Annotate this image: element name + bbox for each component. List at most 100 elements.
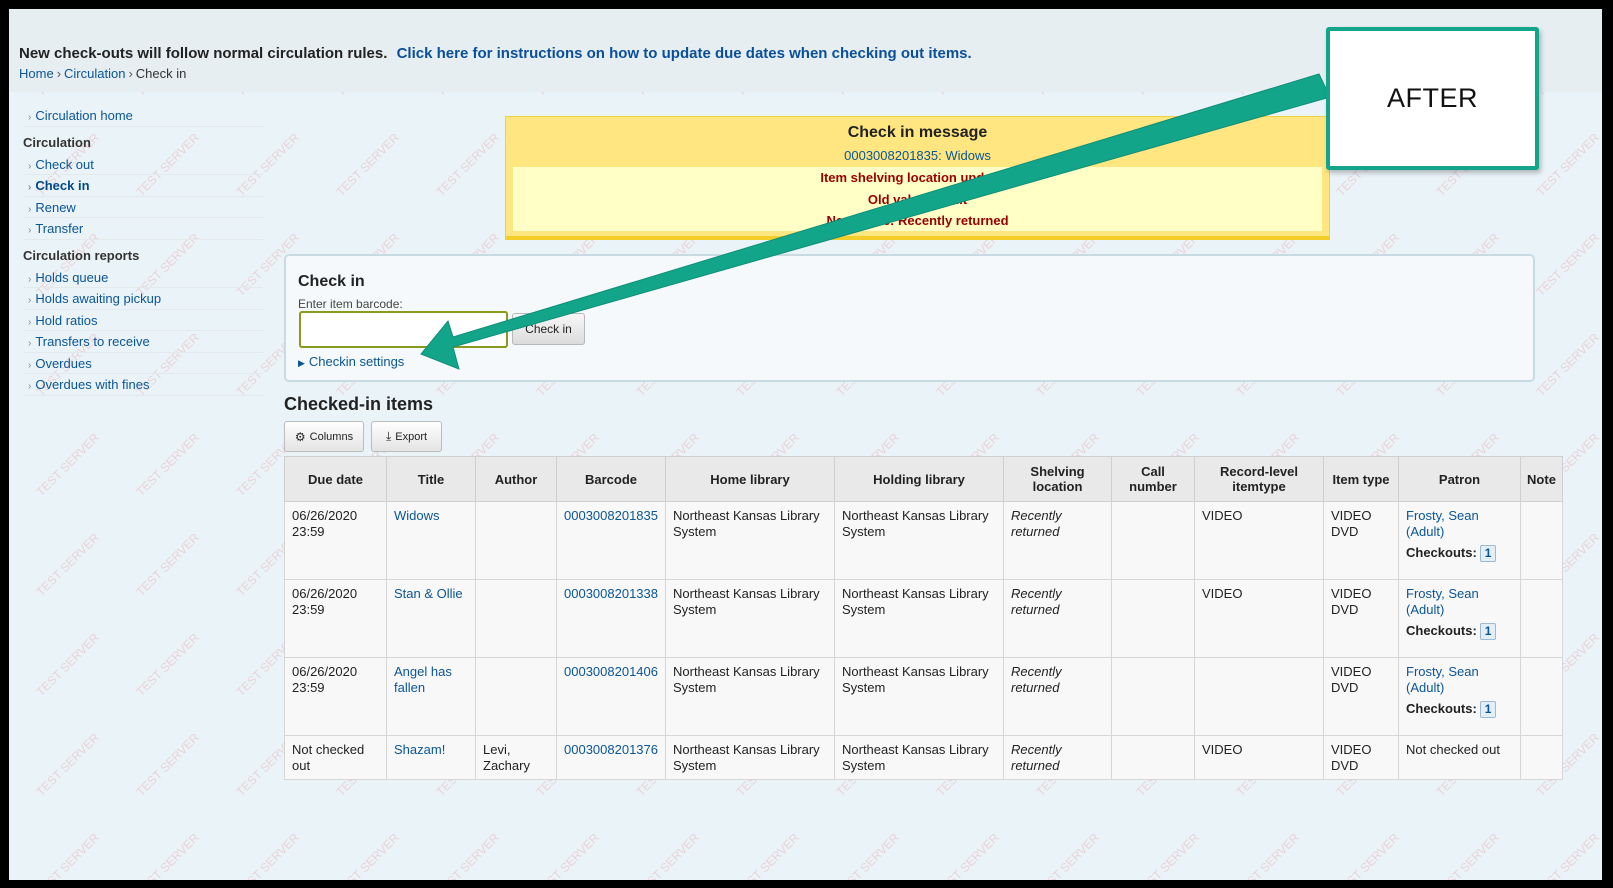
note-cell xyxy=(1520,735,1563,780)
patron-link[interactable]: Frosty, Sean (Adult) xyxy=(1406,664,1479,695)
columns-button[interactable]: ⚙ Columns xyxy=(284,421,364,452)
sidebar-item-transfer[interactable]: › Transfer xyxy=(23,218,263,240)
holding-library-cell: Northeast Kansas Library System xyxy=(834,501,1004,580)
checkin-settings-label: Checkin settings xyxy=(308,354,405,369)
column-header-holding-library[interactable]: Holding library xyxy=(834,456,1004,502)
checkouts-label: Checkouts: xyxy=(1406,545,1477,560)
barcode-cell: 0003008201835 xyxy=(556,501,666,580)
breadcrumb-separator: › xyxy=(128,66,133,81)
home-library-cell: Northeast Kansas Library System xyxy=(665,657,835,736)
title-link[interactable]: Stan & Ollie xyxy=(394,586,463,601)
chevron-right-icon: › xyxy=(28,295,32,306)
message-line-updated: Item shelving location updated. xyxy=(820,170,1015,185)
sidebar-item-label: Overdues with fines xyxy=(35,377,150,392)
instructions-link[interactable]: Click here for instructions on how to up… xyxy=(397,45,972,62)
column-header-record-itemtype[interactable]: Record-level itemtype xyxy=(1194,456,1324,502)
barcode-cell: 0003008201338 xyxy=(556,579,666,658)
barcode-label: Enter item barcode: xyxy=(298,297,403,311)
table-row: Not checked out Shazam! Levi, Zachary 00… xyxy=(284,735,1563,780)
chevron-right-icon: › xyxy=(28,338,32,349)
record-itemtype-cell xyxy=(1194,657,1324,736)
note-cell xyxy=(1520,579,1563,658)
message-line-new-value: New value: Recently returned xyxy=(826,213,1009,228)
checkin-form-title: Check in xyxy=(298,273,365,290)
patron-link[interactable]: Frosty, Sean (Adult) xyxy=(1406,586,1479,617)
column-header-call-number[interactable]: Call number xyxy=(1111,456,1195,502)
sidebar-item-overdues-with-fines[interactable]: › Overdues with fines xyxy=(23,374,263,396)
patron-link[interactable]: Frosty, Sean (Adult) xyxy=(1406,508,1479,539)
sidebar-item-check-in[interactable]: › Check in xyxy=(23,175,263,197)
column-header-title[interactable]: Title xyxy=(386,456,476,502)
table-header-row: Due date Title Author Barcode Home libra… xyxy=(284,456,1563,502)
barcode-link[interactable]: 0003008201338 xyxy=(564,586,658,601)
checkouts-label: Checkouts: xyxy=(1406,701,1477,716)
barcode-link[interactable]: 0003008201406 xyxy=(564,664,658,679)
shelving-location-cell: Recently returned xyxy=(1003,501,1112,580)
checked-in-table: Due date Title Author Barcode Home libra… xyxy=(284,456,1563,780)
title-link[interactable]: Widows xyxy=(394,508,440,523)
breadcrumb-home[interactable]: Home xyxy=(19,66,54,81)
due-date-cell: Not checked out xyxy=(284,735,387,780)
title-link[interactable]: Shazam! xyxy=(394,742,445,757)
column-header-author[interactable]: Author xyxy=(475,456,557,502)
sidebar-item-hold-ratios[interactable]: › Hold ratios xyxy=(23,310,263,331)
breadcrumb-circulation[interactable]: Circulation xyxy=(64,66,125,81)
page-frame: New check-outs will follow normal circul… xyxy=(9,9,1602,880)
barcode-link[interactable]: 0003008201376 xyxy=(564,742,658,757)
breadcrumb: Home › Circulation › Check in xyxy=(19,66,186,81)
table-row: 06/26/2020 23:59 Angel has fallen 000300… xyxy=(284,657,1563,736)
sidebar-item-holds-awaiting-pickup[interactable]: › Holds awaiting pickup xyxy=(23,288,263,310)
holding-library-cell: Northeast Kansas Library System xyxy=(834,735,1004,780)
chevron-right-icon: › xyxy=(28,225,32,236)
checkin-settings-toggle[interactable]: ▶ Checkin settings xyxy=(298,354,404,369)
record-itemtype-cell: VIDEO xyxy=(1194,579,1324,658)
chevron-right-icon: › xyxy=(28,381,32,392)
sidebar-heading-circulation: Circulation xyxy=(23,134,91,150)
title-cell: Shazam! xyxy=(386,735,476,780)
sidebar-item-renew[interactable]: › Renew xyxy=(23,197,263,218)
title-link[interactable]: Angel has fallen xyxy=(394,664,452,695)
message-item-link[interactable]: 0003008201835: Widows xyxy=(506,148,1329,163)
holding-library-cell: Northeast Kansas Library System xyxy=(834,579,1004,658)
checkouts-count-badge[interactable]: 1 xyxy=(1479,623,1497,640)
barcode-cell: 0003008201406 xyxy=(556,657,666,736)
chevron-right-icon: › xyxy=(28,359,32,371)
sidebar-item-overdues[interactable]: › Overdues xyxy=(23,353,263,374)
column-header-home-library[interactable]: Home library xyxy=(665,456,835,502)
sidebar-item-transfers-to-receive[interactable]: › Transfers to receive xyxy=(23,331,263,353)
table-row: 06/26/2020 23:59 Widows 0003008201835 No… xyxy=(284,501,1563,580)
patron-cell: Frosty, Sean (Adult) Checkouts: 1 xyxy=(1398,501,1521,580)
title-cell: Widows xyxy=(386,501,476,580)
note-cell xyxy=(1520,501,1563,580)
checkouts-count-badge[interactable]: 1 xyxy=(1479,701,1497,718)
circulation-notice: New check-outs will follow normal circul… xyxy=(19,45,972,62)
annotation-label: AFTER xyxy=(1386,83,1478,113)
sidebar-item-label: Transfers to receive xyxy=(35,334,150,349)
column-header-due-date[interactable]: Due date xyxy=(284,456,387,502)
checked-in-title: Checked-in items xyxy=(284,394,434,414)
column-header-patron[interactable]: Patron xyxy=(1398,456,1521,502)
breadcrumb-separator: › xyxy=(56,66,62,81)
column-header-shelving-location[interactable]: Shelving location xyxy=(1003,456,1112,502)
sidebar-item-label: Check out xyxy=(35,156,94,172)
column-header-item-type[interactable]: Item type xyxy=(1323,456,1399,502)
sidebar-item-check-out[interactable]: › Check out xyxy=(23,154,263,175)
column-header-note[interactable]: Note xyxy=(1520,456,1563,502)
checkin-button[interactable]: Check in xyxy=(512,313,585,345)
column-header-barcode[interactable]: Barcode xyxy=(556,456,666,502)
barcode-link[interactable]: 0003008201835 xyxy=(564,508,658,523)
due-date-cell: 06/26/2020 23:59 xyxy=(284,579,387,658)
sidebar-item-circulation-home[interactable]: › Circulation home xyxy=(23,105,263,127)
gear-icon: ⚙ xyxy=(294,429,306,444)
export-button[interactable]: ⤓ Export xyxy=(371,421,442,452)
sidebar-item-holds-queue[interactable]: › Holds queue xyxy=(23,267,263,288)
author-cell xyxy=(475,579,557,658)
record-itemtype-cell: VIDEO xyxy=(1194,501,1324,580)
due-date-cell: 06/26/2020 23:59 xyxy=(284,657,387,736)
chevron-right-icon: › xyxy=(28,160,32,172)
sidebar-item-label: Hold ratios xyxy=(35,312,98,328)
barcode-input[interactable] xyxy=(299,311,508,348)
checkouts-count-badge[interactable]: 1 xyxy=(1479,545,1497,562)
sidebar-item-label: Check in xyxy=(35,178,90,193)
sidebar: › Circulation home Circulation › Check out… xyxy=(23,105,263,396)
